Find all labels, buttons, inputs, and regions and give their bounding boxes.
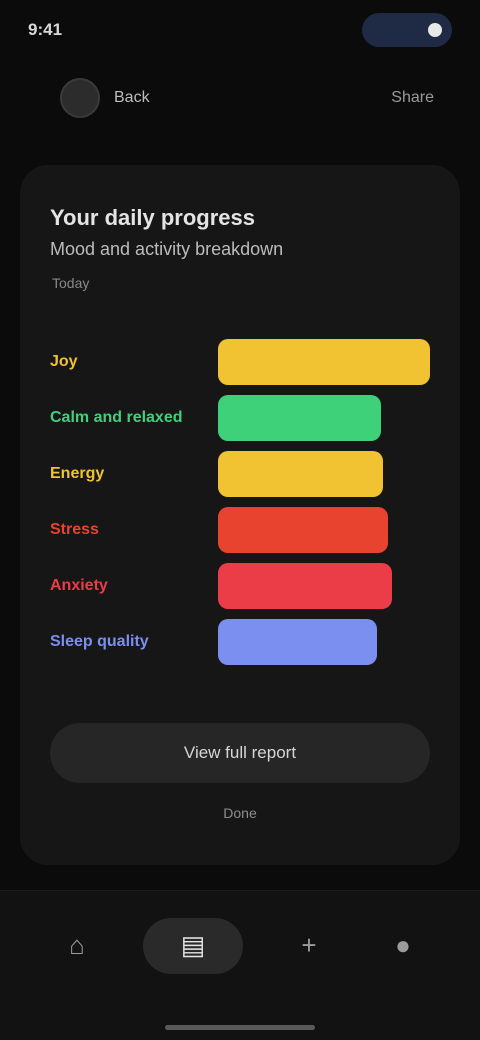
status-time: 9:41 xyxy=(28,20,63,39)
card-subtitle: Mood and activity breakdown xyxy=(50,239,284,259)
home-tab[interactable]: ⌂ xyxy=(49,918,105,974)
home-indicator xyxy=(165,1025,315,1030)
bar-label: Energy xyxy=(50,465,105,482)
avatar xyxy=(60,78,100,118)
battery-icon xyxy=(428,23,442,37)
done-link[interactable]: Done xyxy=(20,805,460,821)
bar-row: Anxiety xyxy=(50,561,430,611)
bar-label: Joy xyxy=(50,353,78,370)
bar-row: Sleep quality xyxy=(50,617,430,667)
status-indicator-pill xyxy=(362,13,452,47)
bar-label: Anxiety xyxy=(50,577,108,594)
share-button[interactable]: Share xyxy=(391,89,434,107)
plus-icon: + xyxy=(301,930,317,960)
home-icon: ⌂ xyxy=(69,930,85,960)
bar-row: Energy xyxy=(50,449,430,499)
top-nav: Back Share xyxy=(0,62,480,134)
bar-row: Joy xyxy=(50,337,430,387)
plus-tab[interactable]: + xyxy=(281,918,337,974)
bar-label: Sleep quality xyxy=(50,633,149,650)
card-title: Your daily progress xyxy=(50,205,255,230)
view-report-button[interactable]: View full report xyxy=(50,723,430,783)
bar-track xyxy=(218,395,430,441)
bar-fill xyxy=(218,507,388,553)
bottom-nav: ⌂ ▤ + ● xyxy=(0,890,480,1040)
stats-tab[interactable]: ▤ xyxy=(143,917,243,974)
bar-track xyxy=(218,619,430,665)
bar-fill xyxy=(218,339,430,385)
bar-track xyxy=(218,507,430,553)
bar-label: Calm and relaxed xyxy=(50,409,183,426)
card-date: Today xyxy=(52,275,90,291)
profile-icon: ● xyxy=(395,930,411,960)
bar-label: Stress xyxy=(50,521,99,538)
profile-tab[interactable]: ● xyxy=(375,918,431,974)
back-label: Back xyxy=(114,89,150,106)
bar-fill xyxy=(218,395,382,441)
bar-track xyxy=(218,451,430,497)
bar-track xyxy=(218,339,430,385)
bar-row: Calm and relaxed xyxy=(50,393,430,443)
bar-fill xyxy=(218,619,377,665)
status-bar: 9:41 xyxy=(0,0,480,60)
back-button[interactable]: Back xyxy=(60,78,150,118)
bar-fill xyxy=(218,563,392,609)
bar-row: Stress xyxy=(50,505,430,555)
bar-fill xyxy=(218,451,384,497)
progress-card: Your daily progress Mood and activity br… xyxy=(20,165,460,865)
bar-track xyxy=(218,563,430,609)
stats-icon: ▤ xyxy=(180,930,206,960)
